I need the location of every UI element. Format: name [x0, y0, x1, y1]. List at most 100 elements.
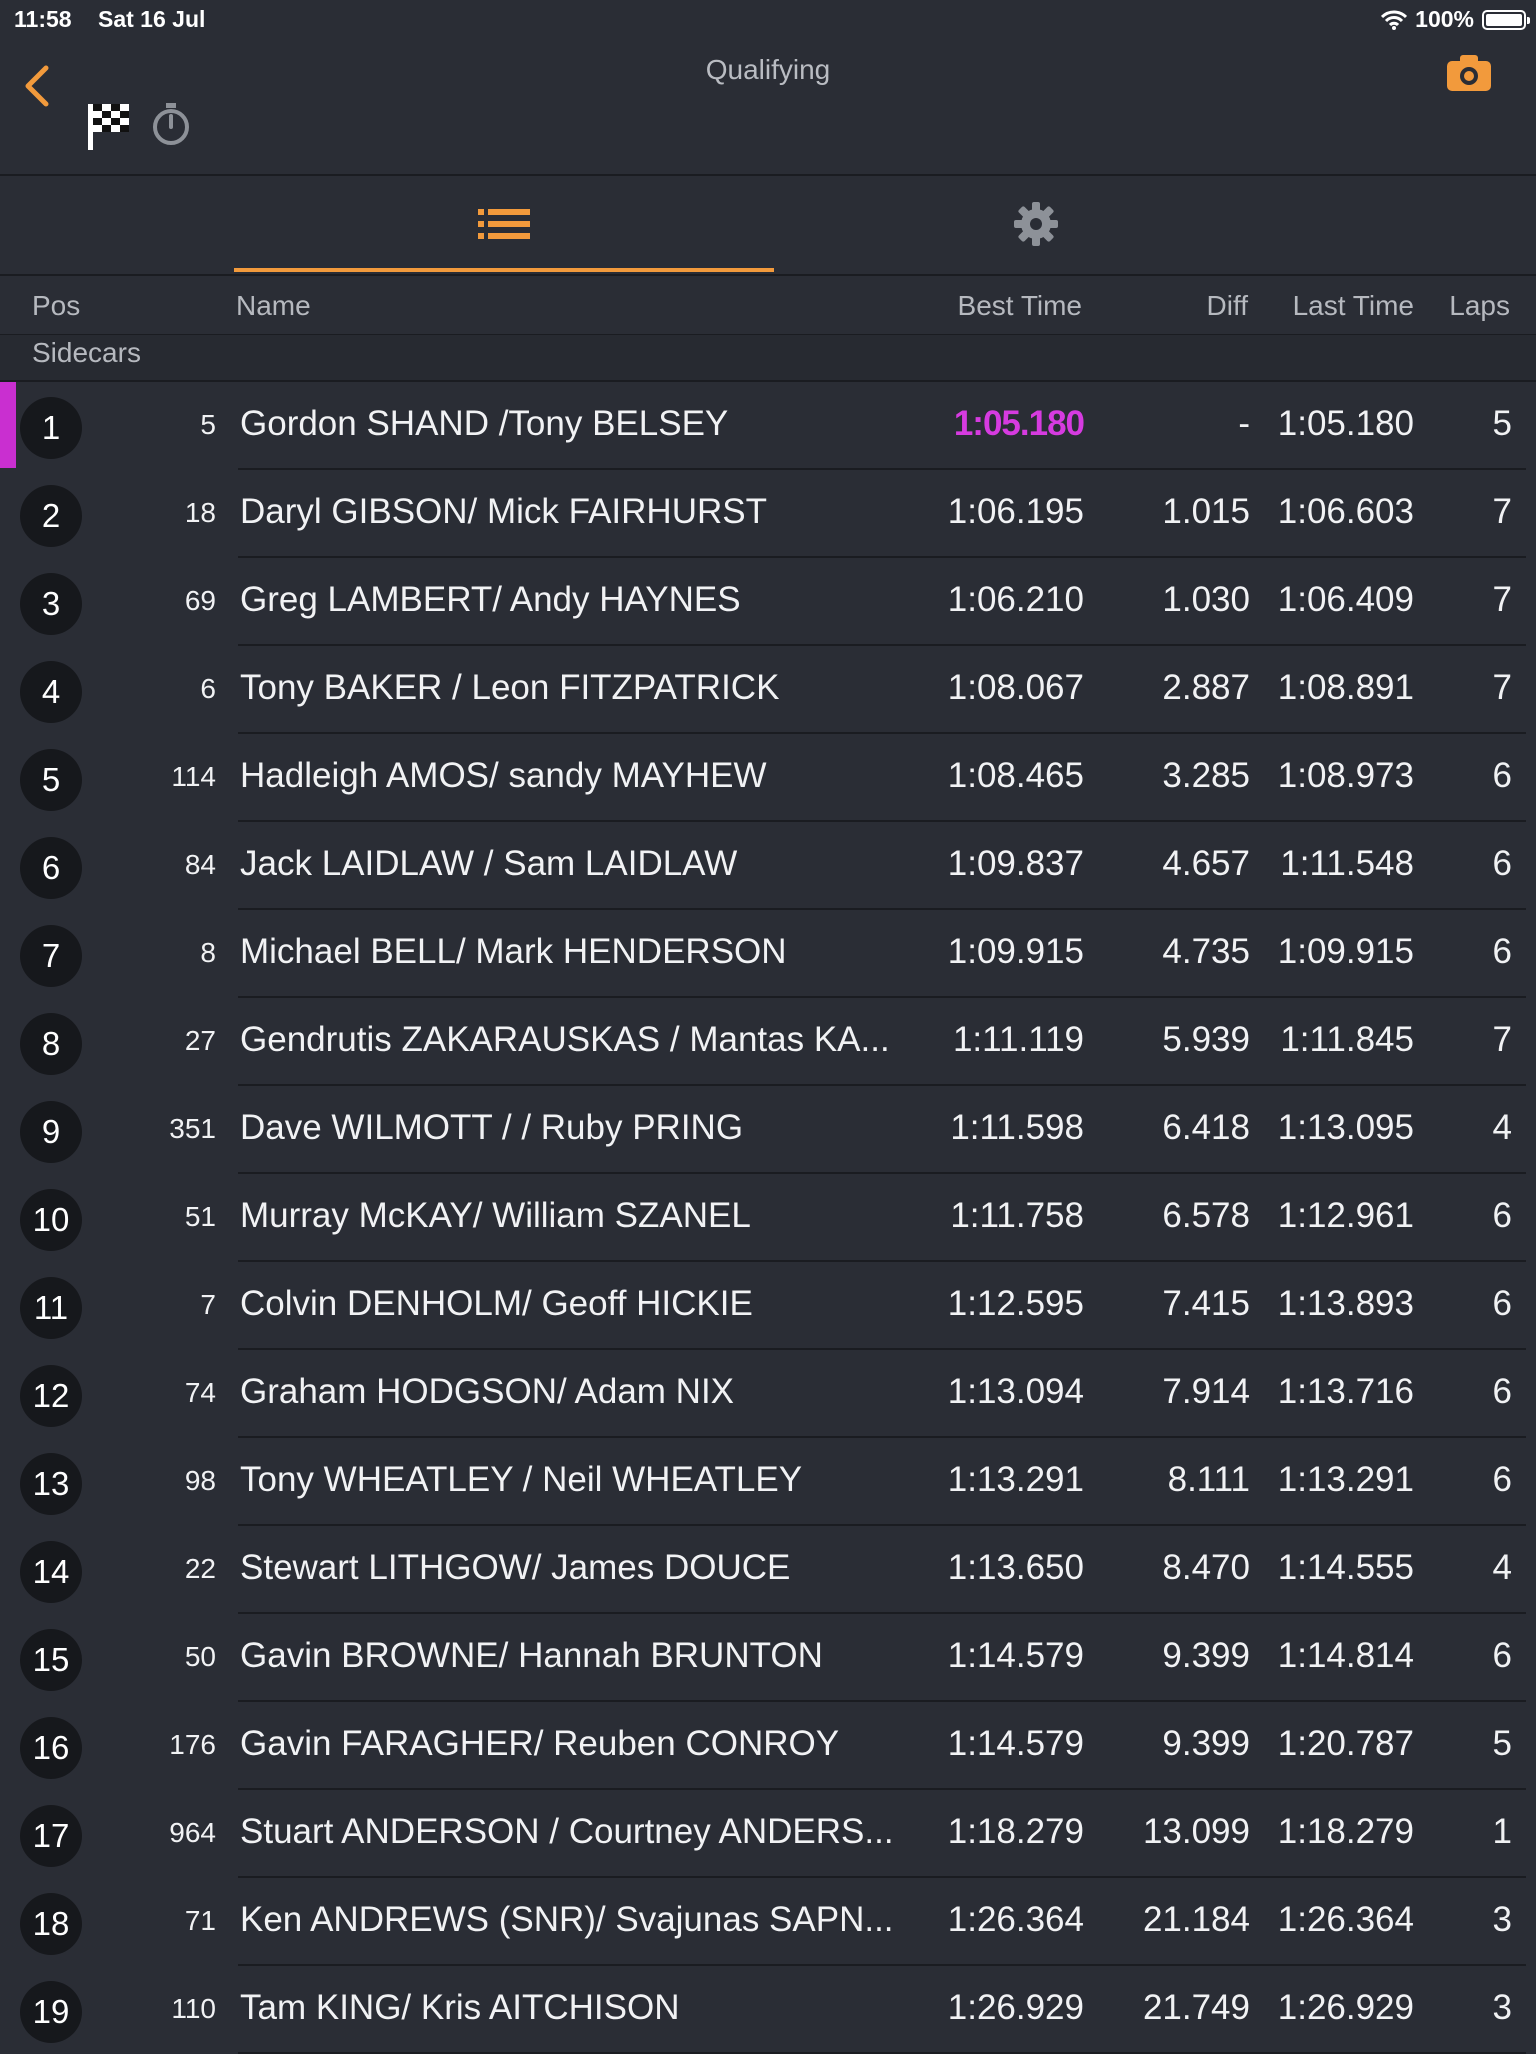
camera-icon[interactable]	[1446, 54, 1492, 92]
last-time: 1:11.845	[1280, 1020, 1414, 1059]
table-row[interactable]: 13 98 Tony WHEATLEY / Neil WHEATLEY 1:13.29…	[0, 1438, 1536, 1526]
table-row[interactable]: 9 351 Dave WILMOTT / / Ruby PRING 1:11.598 6…	[0, 1086, 1536, 1174]
racer-number: 8	[200, 937, 216, 968]
checkered-flag-icon[interactable]	[86, 100, 132, 152]
best-time: 1:18.279	[947, 1812, 1084, 1851]
lap-count: 7	[1492, 492, 1512, 531]
table-row[interactable]: 5 114 Hadleigh AMOS/ sandy MAYHEW 1:08.465 3…	[0, 734, 1536, 822]
position-badge: 11	[20, 1277, 82, 1339]
table-row[interactable]: 19 110 Tam KING/ Kris AITCHISON 1:26.929 21.…	[0, 1966, 1536, 2054]
last-time: 1:14.814	[1277, 1636, 1414, 1675]
tab-settings[interactable]	[776, 176, 1296, 272]
table-row[interactable]: 11 7 Colvin DENHOLM/ Geoff HICKIE 1:12.595 7…	[0, 1262, 1536, 1350]
lap-count: 3	[1492, 1988, 1512, 2027]
table-row[interactable]: 6 84 Jack LAIDLAW / Sam LAIDLAW 1:09.837 4.6…	[0, 822, 1536, 910]
last-time: 1:05.180	[1277, 404, 1414, 443]
racer-name: Graham HODGSON/ Adam NIX	[240, 1372, 735, 1411]
last-time: 1:18.279	[1277, 1812, 1414, 1851]
racer-number: 351	[169, 1113, 216, 1144]
racer-name: Colvin DENHOLM/ Geoff HICKIE	[240, 1284, 753, 1323]
lap-count: 3	[1492, 1900, 1512, 1939]
col-diff[interactable]: Diff	[1207, 290, 1249, 322]
best-time: 1:12.595	[947, 1284, 1084, 1323]
lap-count: 6	[1492, 844, 1512, 883]
racer-name: Daryl GIBSON/ Mick FAIRHURST	[240, 492, 767, 531]
tab-results-list[interactable]	[234, 176, 774, 272]
table-row[interactable]: 10 51 Murray McKAY/ William SZANEL 1:11.758…	[0, 1174, 1536, 1262]
time-diff: 2.887	[1162, 668, 1250, 707]
best-time: 1:11.598	[950, 1108, 1084, 1147]
racer-name: Tony BAKER / Leon FITZPATRICK	[240, 668, 780, 707]
racer-name: Gordon SHAND /Tony BELSEY	[240, 404, 729, 443]
position-badge: 10	[20, 1189, 82, 1251]
table-row[interactable]: 16 176 Gavin FARAGHER/ Reuben CONROY 1:14.5…	[0, 1702, 1536, 1790]
lap-count: 5	[1492, 404, 1512, 443]
time-diff: 13.099	[1142, 1812, 1250, 1851]
racer-name: Tony WHEATLEY / Neil WHEATLEY	[240, 1460, 803, 1499]
lap-count: 4	[1492, 1108, 1512, 1147]
last-time: 1:13.893	[1277, 1284, 1414, 1323]
position-badge: 18	[20, 1893, 82, 1955]
time-diff: 8.470	[1162, 1548, 1250, 1587]
best-time: 1:26.364	[947, 1900, 1084, 1939]
time-diff: 7.415	[1162, 1284, 1250, 1323]
lap-count: 6	[1492, 756, 1512, 795]
time-diff: 4.657	[1162, 844, 1250, 883]
lap-count: 6	[1492, 1460, 1512, 1499]
position-badge: 17	[20, 1805, 82, 1867]
table-row[interactable]: 14 22 Stewart LITHGOW/ James DOUCE 1:13.650…	[0, 1526, 1536, 1614]
best-time: 1:08.067	[947, 668, 1084, 707]
racer-number: 5	[200, 409, 216, 440]
table-row[interactable]: 18 71 Ken ANDREWS (SNR)/ Svajunas SAPN... 1…	[0, 1878, 1536, 1966]
racer-name: Stewart LITHGOW/ James DOUCE	[240, 1548, 791, 1587]
position-badge: 16	[20, 1717, 82, 1779]
racer-number: 74	[184, 1377, 216, 1408]
table-row[interactable]: 2 18 Daryl GIBSON/ Mick FAIRHURST 1:06.195 1…	[0, 470, 1536, 558]
col-pos[interactable]: Pos	[32, 290, 80, 322]
table-row[interactable]: 1 5 Gordon SHAND /Tony BELSEY 1:05.180-1:05…	[0, 382, 1536, 470]
position-badge: 4	[20, 661, 82, 723]
table-row[interactable]: 15 50 Gavin BROWNE/ Hannah BRUNTON 1:14.579…	[0, 1614, 1536, 1702]
lap-count: 5	[1492, 1724, 1512, 1763]
time-diff: 21.749	[1142, 1988, 1250, 2027]
table-row[interactable]: 7 8 Michael BELL/ Mark HENDERSON 1:09.915 4.…	[0, 910, 1536, 998]
time-diff: 5.939	[1162, 1020, 1250, 1059]
list-icon	[478, 209, 530, 239]
lap-count: 6	[1492, 1196, 1512, 1235]
racer-number: 98	[184, 1465, 216, 1496]
lap-count: 7	[1492, 580, 1512, 619]
last-time: 1:08.891	[1277, 668, 1414, 707]
wifi-icon	[1381, 10, 1408, 30]
racer-number: 18	[184, 497, 216, 528]
time-diff: 1.015	[1162, 492, 1250, 531]
racer-number: 7	[200, 1289, 216, 1320]
table-row[interactable]: 4 6 Tony BAKER / Leon FITZPATRICK 1:08.067 2…	[0, 646, 1536, 734]
last-time: 1:06.409	[1277, 580, 1414, 619]
best-time: 1:09.837	[947, 844, 1084, 883]
racer-number: 71	[184, 1905, 216, 1936]
position-badge: 6	[20, 837, 82, 899]
racer-name: Murray McKAY/ William SZANEL	[240, 1196, 751, 1235]
col-best-time[interactable]: Best Time	[958, 290, 1082, 322]
stopwatch-icon[interactable]	[150, 102, 192, 146]
table-row[interactable]: 12 74 Graham HODGSON/ Adam NIX 1:13.094 7.91…	[0, 1350, 1536, 1438]
col-laps[interactable]: Laps	[1449, 290, 1510, 322]
table-row[interactable]: 17 964 Stuart ANDERSON / Courtney ANDERS..…	[0, 1790, 1536, 1878]
best-time: 1:13.291	[947, 1460, 1084, 1499]
col-name[interactable]: Name	[236, 290, 311, 322]
header: Qualifying	[0, 40, 1536, 176]
position-badge: 2	[20, 485, 82, 547]
results-table: 1 5 Gordon SHAND /Tony BELSEY 1:05.180-1:05…	[0, 382, 1536, 2054]
racer-name: Stuart ANDERSON / Courtney ANDERS...	[240, 1812, 894, 1851]
racer-name: Michael BELL/ Mark HENDERSON	[240, 932, 787, 971]
table-row[interactable]: 8 27 Gendrutis ZAKARAUSKAS / Mantas KA... 1…	[0, 998, 1536, 1086]
racer-name: Gendrutis ZAKARAUSKAS / Mantas KA...	[240, 1020, 890, 1059]
table-row[interactable]: 3 69 Greg LAMBERT/ Andy HAYNES 1:06.210 1.03…	[0, 558, 1536, 646]
last-time: 1:26.364	[1277, 1900, 1414, 1939]
col-last-time[interactable]: Last Time	[1293, 290, 1414, 322]
time-diff: 9.399	[1162, 1636, 1250, 1675]
racer-number: 6	[200, 673, 216, 704]
position-badge: 15	[20, 1629, 82, 1691]
status-time: 11:58	[14, 6, 72, 32]
position-badge: 12	[20, 1365, 82, 1427]
